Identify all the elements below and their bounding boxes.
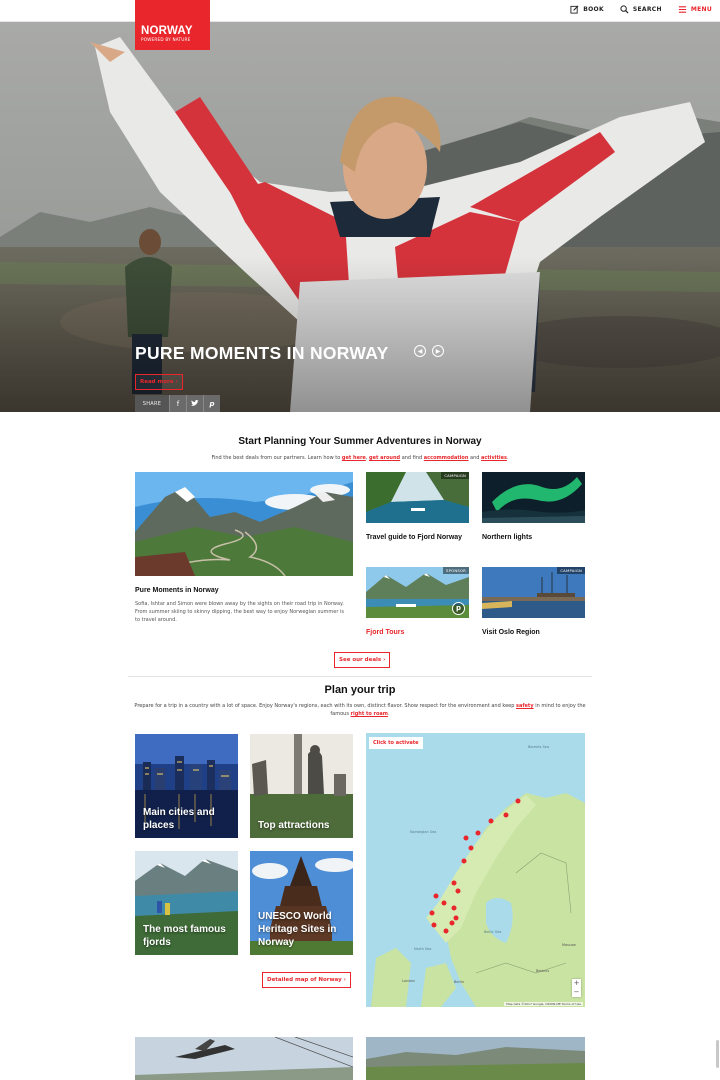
feature-card-title[interactable]: Pure Moments in Norway <box>135 586 219 596</box>
search-icon <box>620 5 629 14</box>
oslo-region-card-image[interactable]: CAMPAIGN <box>482 567 585 618</box>
menu-label: MENU <box>690 6 712 13</box>
accommodation-link[interactable]: accommodation <box>424 455 469 461</box>
zoom-in-button[interactable]: + <box>572 979 581 988</box>
norway-map[interactable]: Click to activate Barents Sea Norwegian … <box>366 733 585 1007</box>
read-more-button[interactable]: Read more › <box>135 374 183 390</box>
triangle-left-icon: ◀ <box>417 347 423 355</box>
intro-text: Prepare for a trip in a country with a l… <box>134 703 515 709</box>
carousel-controls: ◀ ▶ <box>414 345 444 357</box>
campaign-tag: CAMPAIGN <box>557 567 585 574</box>
facebook-share-button[interactable]: f <box>169 395 186 412</box>
fjord-guide-card-title[interactable]: Travel guide to Fjord Norway <box>366 533 469 543</box>
book-icon <box>570 5 579 14</box>
pinterest-share-button[interactable]: p <box>203 395 220 412</box>
hero-banner: PURE MOMENTS IN NORWAY ◀ ▶ Read more › S… <box>0 22 720 412</box>
activities-link[interactable]: activities <box>481 455 507 461</box>
intro-text: and find <box>401 455 423 461</box>
logo-wordmark: NORWAY <box>141 25 193 37</box>
hero-title: PURE MOMENTS IN NORWAY <box>135 343 389 363</box>
feature-card-image[interactable] <box>135 472 353 576</box>
airplane-photo <box>135 1037 353 1080</box>
map-attribution: Map data ©2017 Google, ORION-ME Terms of… <box>504 1002 583 1006</box>
zoom-out-button[interactable]: − <box>572 988 581 997</box>
summer-section-title: Start Planning Your Summer Adventures in… <box>238 436 482 447</box>
pinterest-icon: p <box>209 399 215 408</box>
get-here-link[interactable]: get here <box>342 455 366 461</box>
north-sea-label: North Sea <box>414 947 432 951</box>
top-attractions-tile[interactable]: Top attractions <box>250 734 353 838</box>
intro-text: and <box>470 455 480 461</box>
berlin-label: Berlin <box>454 980 465 984</box>
mountain-road-photo <box>135 472 353 576</box>
menu-button[interactable]: MENU <box>678 5 712 14</box>
belarus-label: Belarus <box>536 969 550 973</box>
click-to-activate-label[interactable]: Click to activate <box>369 737 423 749</box>
main-cities-tile-title: Main cities and places <box>143 807 215 831</box>
triangle-right-icon: ▶ <box>435 347 441 355</box>
share-label: SHARE <box>135 395 169 412</box>
mountain-landscape-photo <box>366 1037 585 1080</box>
twitter-icon <box>191 400 199 406</box>
famous-fjords-tile[interactable]: The most famous fjords <box>135 851 238 955</box>
pinterest-icon[interactable]: p <box>452 602 465 615</box>
map-canvas <box>371 793 585 1007</box>
right-to-roam-link[interactable]: right to roam <box>351 711 389 717</box>
summer-section-intro: Find the best deals from our partners. L… <box>211 455 509 461</box>
london-label: London <box>402 979 415 983</box>
feature-card-description: Sofia, Ishtar and Simon were blown away … <box>135 601 345 623</box>
plan-trip-title: Plan your trip <box>324 684 396 696</box>
famous-fjords-tile-title: The most famous fjords <box>143 924 226 948</box>
hamburger-icon <box>678 6 686 13</box>
top-nav: BOOK SEARCH MENU <box>570 5 712 14</box>
search-label: SEARCH <box>632 6 662 13</box>
prev-slide-button[interactable]: ◀ <box>414 345 426 357</box>
campaign-tag: CAMPAIGN <box>441 472 469 479</box>
facebook-icon: f <box>176 399 180 408</box>
fjord-guide-card-image[interactable]: CAMPAIGN <box>366 472 469 523</box>
twitter-share-button[interactable] <box>186 395 203 412</box>
see-our-deals-button[interactable]: See our deals › <box>334 652 391 668</box>
oslo-harbour-photo <box>482 567 585 618</box>
moscow-label: Moscow <box>562 943 576 947</box>
northern-lights-card-title[interactable]: Northern lights <box>482 533 532 543</box>
oslo-region-card-title[interactable]: Visit Oslo Region <box>482 628 540 638</box>
norwegian-sea-label: Norwegian Sea <box>410 830 437 834</box>
sponsor-tag: SPONSOR <box>443 567 469 574</box>
baltic-sea-label: Baltic Sea <box>484 930 502 934</box>
airplane-photo-card[interactable] <box>135 1037 353 1080</box>
section-divider <box>128 676 592 677</box>
get-around-link[interactable]: get around <box>369 455 400 461</box>
top-bar: BOOK SEARCH MENU <box>0 0 720 22</box>
safety-link[interactable]: safety <box>516 703 534 709</box>
plan-trip-intro: Prepare for a trip in a country with a l… <box>134 703 586 717</box>
landscape-photo-card[interactable] <box>366 1037 585 1080</box>
page-scrollbar[interactable] <box>716 1040 719 1068</box>
intro-text: Find the best deals from our partners. L… <box>211 455 341 461</box>
book-link[interactable]: BOOK <box>570 5 604 14</box>
map-zoom-control: + − <box>572 979 581 997</box>
unesco-sites-tile-title: UNESCO World Heritage Sites in Norway <box>258 911 337 948</box>
next-slide-button[interactable]: ▶ <box>432 345 444 357</box>
barents-sea-label: Barents Sea <box>528 745 550 749</box>
book-label: BOOK <box>583 6 604 13</box>
unesco-sites-tile[interactable]: UNESCO World Heritage Sites in Norway <box>250 851 353 955</box>
logo-tagline: POWERED BY NATURE <box>141 37 191 42</box>
share-bar: SHARE f p <box>135 395 220 412</box>
top-attractions-tile-title: Top attractions <box>258 820 330 831</box>
norway-logo[interactable]: NORWAY POWERED BY NATURE <box>135 0 210 50</box>
northern-lights-card-image[interactable] <box>482 472 585 523</box>
main-cities-tile[interactable]: Main cities and places <box>135 734 238 838</box>
detailed-map-button[interactable]: Detailed map of Norway › <box>262 972 351 988</box>
fjord-tours-card-title[interactable]: Fjord Tours <box>366 628 404 638</box>
fjord-photo <box>366 472 469 523</box>
aurora-photo <box>482 472 585 523</box>
search-link[interactable]: SEARCH <box>620 5 662 14</box>
fjord-tours-card-image[interactable]: SPONSOR p <box>366 567 469 618</box>
